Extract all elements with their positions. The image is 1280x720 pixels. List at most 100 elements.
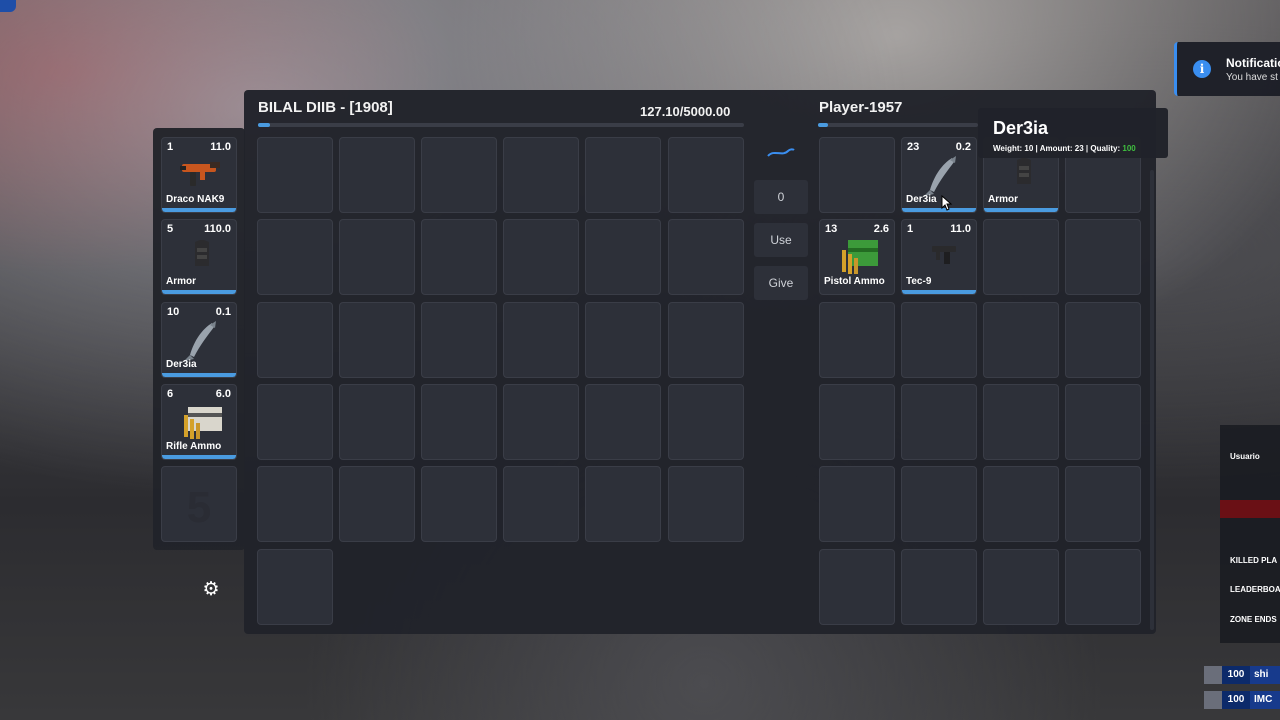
inventory-slot[interactable] [421, 384, 497, 460]
player-name: IMC [1250, 691, 1280, 709]
item-name: Der3ia [906, 194, 937, 205]
inventory-slot[interactable] [257, 466, 333, 542]
inventory-slot[interactable] [1065, 466, 1141, 542]
inventory-slot[interactable] [1065, 302, 1141, 378]
item-weight: 6.0 [215, 388, 231, 400]
item-name: Draco NAK9 [166, 194, 225, 205]
scoreboard-header: Usuario [1230, 452, 1260, 461]
inventory-slot[interactable] [819, 137, 895, 213]
inventory-slot[interactable] [257, 384, 333, 460]
hotbar-slot-5[interactable]: 5 [161, 466, 237, 542]
player-weight-bar [258, 123, 744, 127]
item-name: Tec-9 [906, 276, 932, 287]
hotbar-slot-3[interactable]: 10 0.1 Der3ia [161, 302, 237, 378]
inventory-slot[interactable] [503, 137, 579, 213]
item-quantity: 6 [167, 388, 174, 400]
cursor-icon [941, 194, 953, 216]
durability-bar [902, 290, 976, 294]
inventory-slot[interactable] [339, 219, 415, 295]
inventory-slot[interactable] [819, 549, 895, 625]
inventory-slot[interactable] [257, 219, 333, 295]
score-value: 100 [1222, 666, 1250, 684]
inventory-slot[interactable] [585, 466, 661, 542]
score-row: 100 IMC [1204, 691, 1280, 709]
item-weight: 2.6 [873, 223, 889, 235]
inventory-slot[interactable] [585, 302, 661, 378]
inventory-slot[interactable] [421, 302, 497, 378]
inventory-slot[interactable] [585, 219, 661, 295]
inventory-slot[interactable] [819, 302, 895, 378]
inventory-slot[interactable]: 1 11.0 Tec-9 [901, 219, 977, 295]
inventory-slot[interactable] [585, 384, 661, 460]
inventory-slot[interactable] [983, 302, 1059, 378]
slot-number: 5 [186, 483, 212, 532]
scrollbar[interactable] [1150, 170, 1154, 630]
inventory-slot[interactable] [339, 137, 415, 213]
hotbar-slot-2[interactable]: 5 110.0 Armor [161, 219, 237, 295]
inventory-slot[interactable] [421, 137, 497, 213]
inventory-slot[interactable] [668, 137, 744, 213]
durability-bar [902, 208, 976, 212]
inventory-slot[interactable] [901, 384, 977, 460]
inventory-slot[interactable] [257, 137, 333, 213]
logo-icon [766, 146, 796, 158]
inventory-slot[interactable] [983, 466, 1059, 542]
hotbar-slot-1[interactable]: 1 11.0 Draco NAK9 [161, 137, 237, 213]
item-name: Der3ia [166, 359, 197, 370]
inventory-slot[interactable] [668, 219, 744, 295]
inventory-slot[interactable]: 13 2.6 Pistol Ammo [819, 219, 895, 295]
give-button[interactable]: Give [754, 266, 808, 300]
tooltip-info: Weight: 10 | Amount: 23 | Quality: 100 [993, 144, 1136, 153]
inventory-slot[interactable] [421, 466, 497, 542]
scoreboard-highlight [1220, 500, 1280, 518]
inventory-slot[interactable] [1065, 384, 1141, 460]
inventory-slot[interactable] [503, 384, 579, 460]
use-button[interactable]: Use [754, 223, 808, 257]
inventory-slot[interactable] [503, 466, 579, 542]
durability-bar [162, 373, 236, 377]
inventory-slot[interactable] [668, 302, 744, 378]
inventory-slot[interactable] [819, 384, 895, 460]
inventory-slot[interactable] [339, 384, 415, 460]
item-weight: 0.1 [215, 306, 231, 318]
notification-title: Notificatio [1226, 56, 1280, 70]
player-name: shi [1250, 666, 1280, 684]
inventory-slot[interactable]: 23 0.2 Der3ia [901, 137, 977, 213]
inventory-slot[interactable] [901, 549, 977, 625]
item-quantity: 5 [167, 223, 174, 235]
item-name: Armor [166, 276, 197, 287]
inventory-slot[interactable] [668, 384, 744, 460]
score-row: 100 shi [1204, 666, 1280, 684]
score-value: 100 [1222, 691, 1250, 709]
inventory-slot[interactable] [1065, 549, 1141, 625]
avatar [1204, 666, 1222, 684]
inventory-slot[interactable] [339, 466, 415, 542]
amount-input[interactable]: 0 [754, 180, 808, 214]
durability-bar [162, 290, 236, 294]
inventory-slot[interactable] [983, 384, 1059, 460]
hotbar-slot-4[interactable]: 6 6.0 Rifle Ammo [161, 384, 237, 460]
player-inventory-title: BILAL DIIB - [1908] [258, 99, 393, 116]
item-tooltip: Der3ia Weight: 10 | Amount: 23 | Quality… [978, 108, 1168, 158]
gear-icon[interactable]: ⚙ [201, 579, 221, 599]
inventory-slot[interactable] [257, 549, 333, 625]
inventory-slot[interactable] [421, 219, 497, 295]
inventory-slot[interactable] [585, 137, 661, 213]
inventory-slot[interactable] [901, 466, 977, 542]
inventory-slot[interactable] [339, 302, 415, 378]
inventory-slot[interactable] [503, 219, 579, 295]
inventory-slot[interactable] [1065, 219, 1141, 295]
notification: i Notificatio You have st [1174, 42, 1280, 96]
inventory-slot[interactable] [503, 302, 579, 378]
inventory-slot[interactable] [901, 302, 977, 378]
zone-label: ZONE ENDS [1230, 615, 1277, 624]
inventory-slot[interactable] [819, 466, 895, 542]
inventory-slot[interactable] [257, 302, 333, 378]
killed-label: KILLED PLA [1230, 556, 1278, 565]
inventory-slot[interactable] [983, 549, 1059, 625]
inventory-slot[interactable] [983, 219, 1059, 295]
tooltip-title: Der3ia [993, 118, 1049, 138]
inventory-slot[interactable] [668, 466, 744, 542]
item-weight: 0.2 [955, 141, 971, 153]
avatar [1204, 691, 1222, 709]
